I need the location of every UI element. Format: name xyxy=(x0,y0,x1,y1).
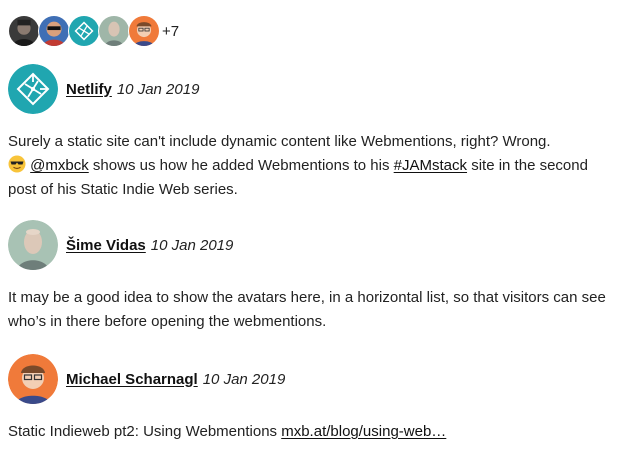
avatar-person-sunglasses[interactable] xyxy=(38,15,70,47)
author-link[interactable]: Netlify xyxy=(66,81,112,98)
mention-body: Surely a static site can't include dynam… xyxy=(8,130,618,202)
avatar-michael-scharnagl[interactable] xyxy=(128,15,160,47)
avatar-dark-person[interactable] xyxy=(8,15,40,47)
avatar-sime-vidas-large[interactable] xyxy=(8,220,58,270)
mention-date: 10 Jan 2019 xyxy=(202,370,286,388)
mention-date: 10 Jan 2019 xyxy=(150,236,234,254)
mention-link-mxbck[interactable]: @mxbck xyxy=(30,157,89,174)
netlify-logo-icon[interactable] xyxy=(8,64,58,114)
mention-date: 10 Jan 2019 xyxy=(116,80,200,98)
avatar-michael-scharnagl-large[interactable] xyxy=(8,354,58,404)
author-link[interactable]: Michael Scharnagl xyxy=(66,371,198,388)
mention-sime-vidas: Šime Vidas 10 Jan 2019 It may be a good … xyxy=(8,220,618,334)
blog-post-link[interactable]: mxb.at/blog/using-web… xyxy=(281,423,446,440)
body-text: Surely a static site can't include dynam… xyxy=(8,133,551,150)
avatar-netlify[interactable] xyxy=(68,15,100,47)
mention-body: It may be a good idea to show the avatar… xyxy=(8,286,618,334)
body-text: shows us how he added Webmentions to his xyxy=(92,157,390,174)
body-text: It may be a good idea to show the avatar… xyxy=(8,289,606,330)
more-count[interactable]: +7 xyxy=(162,23,179,40)
mention-michael-scharnagl: Michael Scharnagl 10 Jan 2019 Static Ind… xyxy=(8,354,618,444)
mention-header: Šime Vidas 10 Jan 2019 xyxy=(8,220,618,270)
mention-netlify: Netlify 10 Jan 2019 Surely a static site… xyxy=(8,64,618,202)
mention-header: Michael Scharnagl 10 Jan 2019 xyxy=(8,354,618,404)
mention-header: Netlify 10 Jan 2019 xyxy=(8,64,618,114)
webmentions-page: +7 Netlify 10 Jan 2019 Surely a static s… xyxy=(0,0,644,458)
sunglasses-emoji-icon xyxy=(8,155,26,173)
author-link[interactable]: Šime Vidas xyxy=(66,237,146,254)
avatar-sime-vidas[interactable] xyxy=(98,15,130,47)
avatar-facepile: +7 xyxy=(8,14,644,48)
hashtag-link-jamstack[interactable]: #JAMstack xyxy=(394,157,467,174)
body-text: Static Indieweb pt2: Using Webmentions xyxy=(8,423,278,440)
mention-body: Static Indieweb pt2: Using Webmentions m… xyxy=(8,420,618,444)
